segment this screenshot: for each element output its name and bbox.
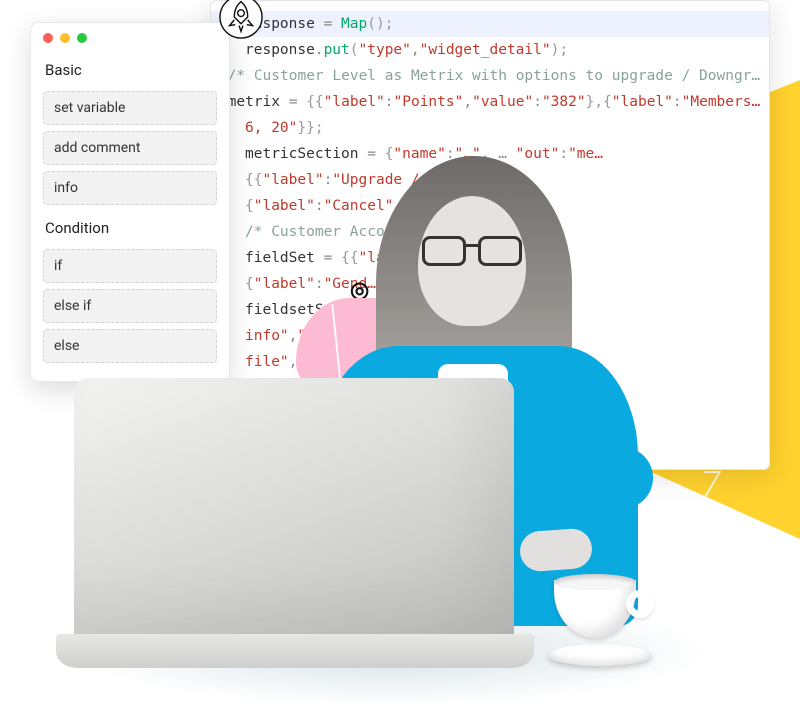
- zoom-dot[interactable]: [77, 33, 87, 43]
- snippet-chip[interactable]: else: [43, 329, 217, 363]
- snippet-chip[interactable]: set variable: [43, 91, 217, 125]
- snippet-chip[interactable]: info: [43, 171, 217, 205]
- code-text: response = Map();: [245, 11, 759, 37]
- code-line[interactable]: ▾response = Map();: [211, 11, 769, 37]
- snippet-chip[interactable]: else if: [43, 289, 217, 323]
- coffee-cup: [548, 580, 658, 666]
- snippet-panel: Basic set variable add comment info Conditio…: [30, 22, 230, 382]
- code-text: response.put("type","widget_detail");: [245, 37, 759, 63]
- snippet-chip[interactable]: if: [43, 249, 217, 283]
- snippet-chip[interactable]: add comment: [43, 131, 217, 165]
- code-line[interactable]: ▾metrix = {{"label":"Points","value":"38…: [211, 89, 769, 115]
- rocket-icon: [218, 0, 264, 40]
- code-line[interactable]: ▾/* Customer Level as Metrix with option…: [211, 63, 769, 89]
- code-line[interactable]: ▾response.put("type","widget_detail");: [211, 37, 769, 63]
- close-dot[interactable]: [43, 33, 53, 43]
- panel-section-title: Basic: [31, 53, 229, 85]
- code-text: metrix = {{"label":"Points","value":"382…: [228, 89, 761, 115]
- code-text: /* Customer Level as Metrix with options…: [228, 63, 761, 89]
- panel-section-title: Condition: [31, 211, 229, 243]
- minimize-dot[interactable]: [60, 33, 70, 43]
- laptop: [74, 378, 514, 668]
- window-controls: [31, 23, 229, 53]
